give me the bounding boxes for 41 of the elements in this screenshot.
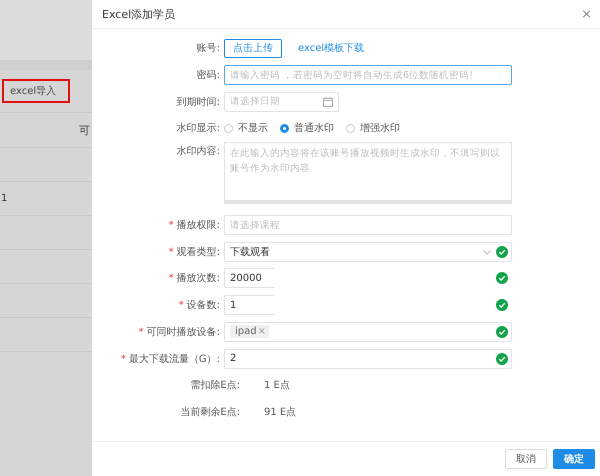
required-icon: * <box>168 220 174 232</box>
calendar-icon <box>323 96 333 107</box>
field-label: 播放次数: <box>176 273 220 284</box>
tag-select-field[interactable]: ipad× <box>224 322 512 342</box>
dialog-title: Excel添加学员 <box>102 6 176 22</box>
field-label: 播放权限: <box>176 220 220 232</box>
import-button[interactable]: excel导入 <box>2 79 70 103</box>
field-label: 账号: <box>196 43 220 54</box>
select-field[interactable]: 下载观看 <box>224 242 512 262</box>
radio-option[interactable]: 不显示 <box>224 121 268 136</box>
field-label: 需扣除E点: <box>190 380 240 392</box>
info-value: 1 E点 <box>263 378 290 392</box>
required-icon: * <box>168 273 174 284</box>
input-field[interactable]: 1 <box>224 295 275 316</box>
table-cell: 1 <box>0 193 8 204</box>
field-label: 当前剩余E点: <box>180 406 240 418</box>
input-field[interactable]: 20000 <box>224 268 275 288</box>
field-label: 可同时播放设备: <box>146 326 220 338</box>
required-icon: * <box>168 246 174 258</box>
field-label: 水印显示: <box>176 123 220 134</box>
field-label: 观看类型: <box>176 246 220 258</box>
field-label: 水印内容: <box>176 146 220 157</box>
template-download-link[interactable]: excel模板下载 <box>298 41 364 56</box>
cancel-button[interactable]: 取消 <box>505 449 547 469</box>
info-value: 91 E点 <box>263 406 296 419</box>
field-label: 到期时间: <box>176 96 220 108</box>
radio-option[interactable]: 普通水印 <box>280 121 334 136</box>
tag: ipad× <box>230 325 269 338</box>
close-button[interactable]: × <box>581 6 592 22</box>
required-icon: * <box>178 300 184 312</box>
column-header: 可 <box>79 122 90 138</box>
field-label: 设备数: <box>186 300 220 312</box>
required-icon: * <box>120 354 126 365</box>
chevron-down-icon <box>483 250 491 255</box>
required-icon: * <box>138 326 144 338</box>
field-label: 密码: <box>196 70 220 82</box>
confirm-button[interactable]: 确定 <box>553 449 595 469</box>
upload-button[interactable]: 点击上传 <box>224 38 282 58</box>
radio-option[interactable]: 增强水印 <box>346 121 400 136</box>
field-label: 最大下载流量（G）: <box>128 354 220 365</box>
input-field[interactable]: 2 <box>224 348 512 369</box>
